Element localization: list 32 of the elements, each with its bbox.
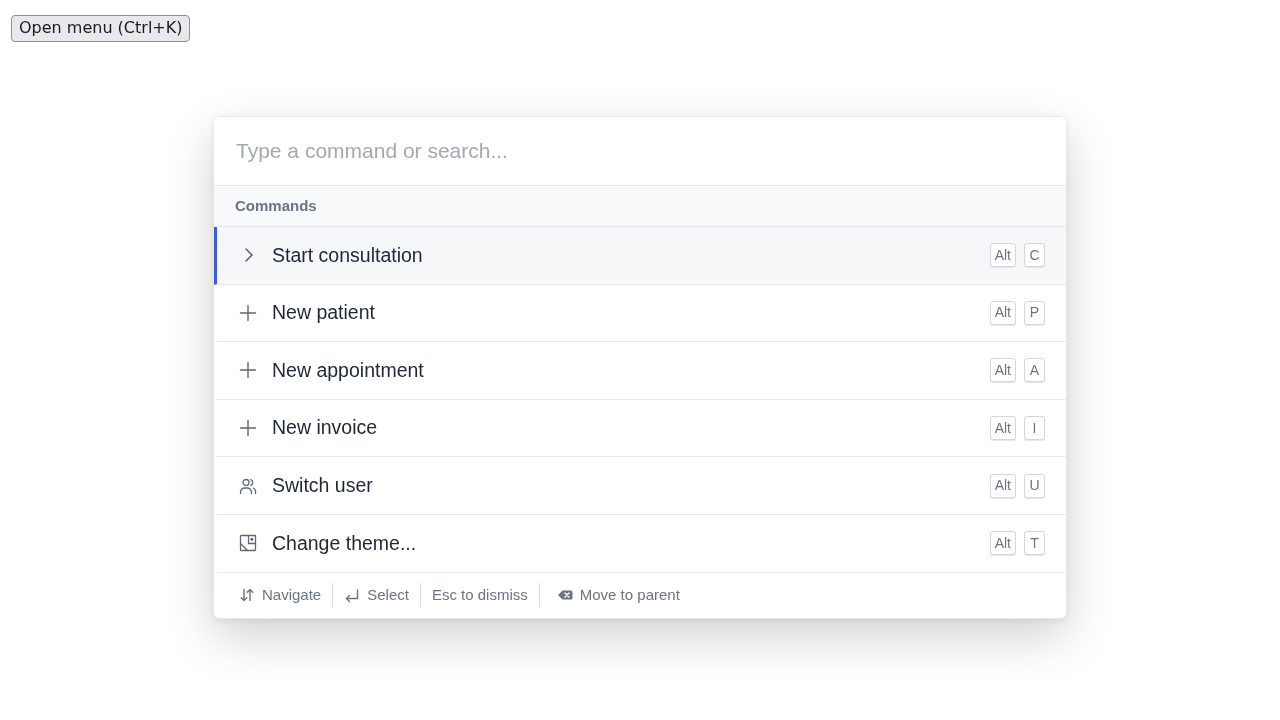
- command-item[interactable]: Switch user Alt U: [214, 457, 1066, 515]
- plus-icon: [239, 419, 257, 438]
- shortcut-key: Alt: [989, 358, 1016, 383]
- shortcut-key: C: [1024, 243, 1045, 268]
- hint-text: Select: [367, 584, 409, 605]
- command-item[interactable]: New invoice Alt I: [214, 399, 1066, 458]
- shortcut-key: I: [1024, 416, 1045, 441]
- plus-icon: [239, 361, 257, 380]
- hint-text: Navigate: [262, 584, 322, 605]
- shortcut-key: P: [1024, 300, 1045, 325]
- shortcut-key: Alt: [989, 416, 1016, 441]
- command-item[interactable]: Start consultation Alt C: [214, 227, 1066, 285]
- group-header: Commands: [214, 186, 1066, 227]
- plus-icon: [239, 303, 257, 322]
- command-item[interactable]: New appointment Alt A: [214, 342, 1066, 400]
- picture-frame-icon: [239, 534, 257, 553]
- shortcut-key: Alt: [989, 473, 1016, 498]
- shortcut-key: Alt: [989, 531, 1016, 556]
- return-arrow-icon: [344, 587, 361, 604]
- search-field[interactable]: Type a command or search...: [214, 117, 1066, 186]
- shortcut-key: A: [1024, 358, 1045, 383]
- open-menu-button[interactable]: Open menu (Ctrl+K): [11, 15, 191, 42]
- shortcut-key: Alt: [989, 300, 1016, 325]
- shortcut-key: Alt: [989, 243, 1016, 268]
- users-icon: [239, 476, 257, 495]
- shortcut-key: U: [1024, 473, 1045, 498]
- shortcut-key: T: [1024, 531, 1045, 556]
- arrows-up-down-icon: [239, 587, 255, 604]
- command-item[interactable]: Change theme... Alt T: [214, 514, 1066, 573]
- hint-text: Esc to dismiss: [431, 584, 528, 605]
- hint-text: Move to parent: [579, 584, 680, 605]
- command-item[interactable]: New patient Alt P: [214, 284, 1066, 343]
